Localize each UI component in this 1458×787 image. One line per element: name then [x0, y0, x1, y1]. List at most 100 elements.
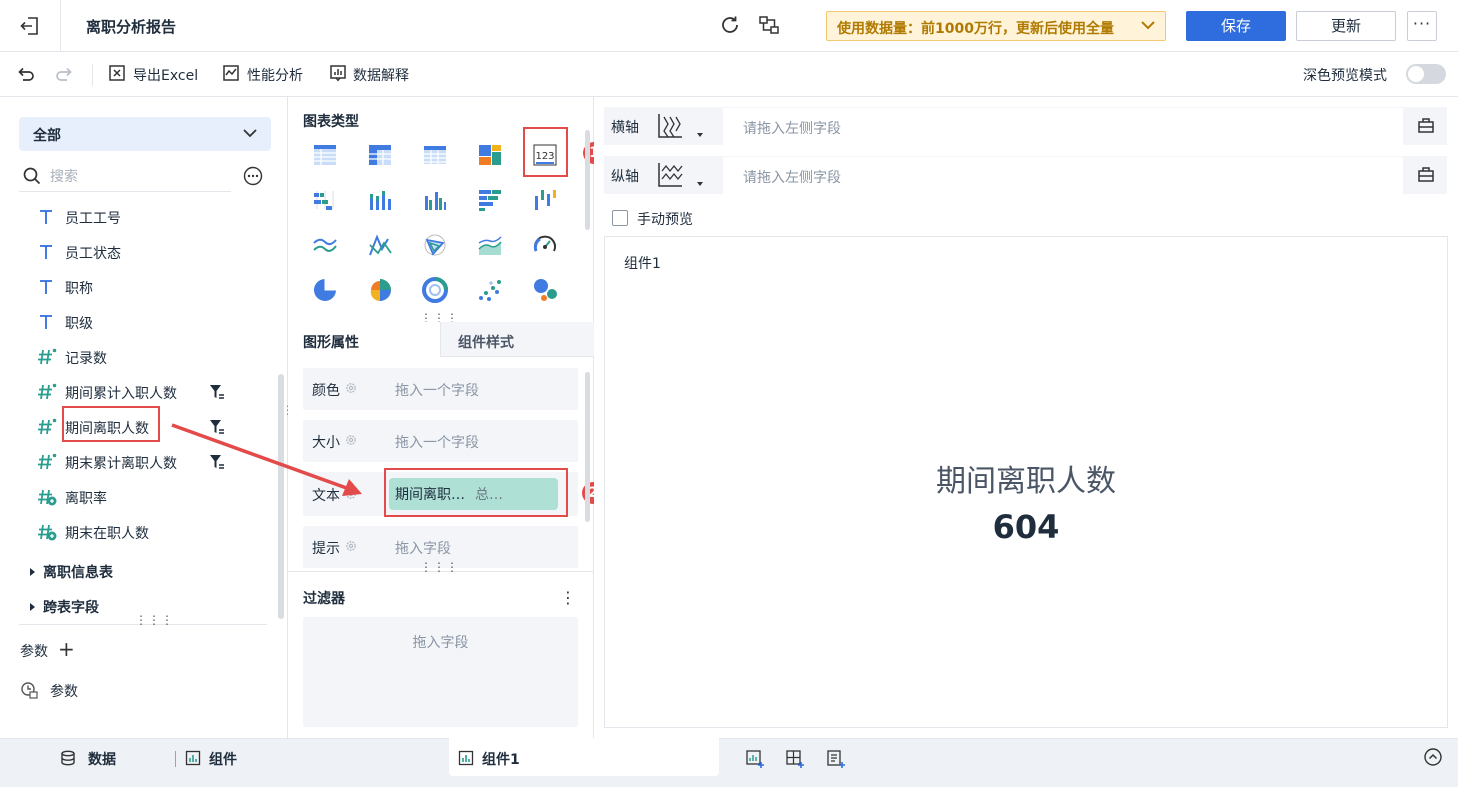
- chevron-down-icon: [243, 128, 257, 138]
- data-volume-notice[interactable]: 使用数据量：前1000万行，更新后使用全量: [826, 11, 1166, 41]
- y-axis-drop-zone[interactable]: 请拖入左侧字段: [723, 156, 1403, 194]
- cross-table-icon[interactable]: [366, 141, 394, 169]
- field-item[interactable]: 职称: [36, 274, 256, 300]
- area-icon[interactable]: [476, 231, 504, 259]
- tree-group-attrition-table[interactable]: 离职信息表: [30, 562, 113, 582]
- tab-data[interactable]: 数据: [60, 738, 160, 778]
- resize-handle-icon[interactable]: ⋮⋮⋮: [420, 561, 459, 573]
- manual-preview-checkbox[interactable]: [612, 210, 628, 226]
- component-title: 组件1: [624, 256, 661, 272]
- add-component-icon[interactable]: [745, 749, 765, 769]
- y-axis-placeholder: 请拖入左侧字段: [743, 170, 841, 186]
- collapse-up-icon[interactable]: [1424, 748, 1442, 766]
- export-excel-button[interactable]: 导出Excel: [133, 65, 198, 85]
- polar-icon[interactable]: [421, 231, 449, 259]
- treemap-icon[interactable]: [476, 141, 504, 169]
- chart-type-selected-box: [523, 127, 568, 177]
- search-icon: [22, 166, 42, 186]
- field-group-select[interactable]: 全部: [19, 117, 271, 151]
- filter-title: 过滤器: [303, 591, 345, 607]
- field-item[interactable]: 期末在职人数: [36, 519, 256, 545]
- dropdown-caret-icon[interactable]: [697, 182, 703, 186]
- field-item[interactable]: 期末累计离职人数: [36, 449, 256, 475]
- tab-component-style[interactable]: 组件样式: [441, 322, 594, 357]
- x-axis-drop-zone[interactable]: 请拖入左侧字段: [723, 107, 1403, 145]
- dark-mode-toggle[interactable]: [1406, 64, 1446, 84]
- x-axis-row: 横轴 请拖入左侧字段: [604, 107, 1447, 145]
- stacked-bar-icon[interactable]: [366, 186, 394, 214]
- filter-icon[interactable]: [208, 418, 226, 436]
- gear-icon[interactable]: [345, 382, 357, 394]
- lineage-icon[interactable]: [757, 14, 781, 36]
- filter-more-icon[interactable]: ⋮: [560, 588, 576, 607]
- gauge-icon[interactable]: [531, 231, 559, 259]
- prop-drop-hint: 拖入字段: [395, 541, 451, 557]
- chart-type-scrollbar[interactable]: [585, 130, 590, 230]
- scatter-icon[interactable]: [476, 276, 504, 304]
- add-param-icon[interactable]: +: [58, 639, 75, 659]
- performance-icon[interactable]: [222, 64, 240, 82]
- gear-icon[interactable]: [345, 434, 357, 446]
- property-scrollbar[interactable]: [585, 372, 590, 522]
- grouped-bar-icon[interactable]: [311, 186, 339, 214]
- performance-analysis-button[interactable]: 性能分析: [247, 65, 303, 85]
- tree-group-label: 跨表字段: [43, 600, 99, 616]
- x-axis-icon[interactable]: [656, 112, 684, 140]
- field-item[interactable]: 离职率: [36, 484, 256, 510]
- field-item[interactable]: 员工工号: [36, 204, 256, 230]
- toolbar-divider: [92, 64, 93, 86]
- range-bar-icon[interactable]: [531, 186, 559, 214]
- calculated-field-icon: [36, 487, 58, 507]
- field-item[interactable]: 期间累计入职人数: [36, 379, 256, 405]
- field-search-input[interactable]: [50, 165, 230, 189]
- filter-drop-zone[interactable]: 拖入字段: [303, 617, 578, 727]
- add-story-icon[interactable]: [826, 749, 846, 769]
- filter-icon[interactable]: [208, 383, 226, 401]
- redo-icon[interactable]: [54, 64, 74, 84]
- axis-setting-icon[interactable]: [1417, 116, 1435, 134]
- gear-icon[interactable]: [345, 488, 357, 500]
- update-button[interactable]: 更新: [1296, 11, 1396, 41]
- rose-pie-icon[interactable]: [366, 276, 394, 304]
- resize-handle-icon[interactable]: ⋮⋮⋮: [135, 614, 174, 626]
- filter-icon[interactable]: [208, 453, 226, 471]
- detail-table-icon[interactable]: [421, 141, 449, 169]
- text-chip-highlight-box: [384, 468, 568, 517]
- line-icon[interactable]: [311, 231, 339, 259]
- excel-icon[interactable]: [108, 64, 126, 82]
- field-item[interactable]: 职级: [36, 309, 256, 335]
- tab-component-1[interactable]: 组件1: [458, 738, 558, 778]
- radar-line-icon[interactable]: [366, 231, 394, 259]
- prop-label: 大小: [312, 435, 340, 451]
- gear-icon[interactable]: [345, 540, 357, 552]
- pie-icon[interactable]: [311, 276, 339, 304]
- data-explain-icon[interactable]: [329, 64, 347, 82]
- resize-handle-icon[interactable]: ⋮⋮⋮: [420, 312, 459, 324]
- table-icon[interactable]: [311, 141, 339, 169]
- y-axis-label: 纵轴: [611, 169, 639, 185]
- y-axis-icon[interactable]: [656, 161, 684, 189]
- tree-group-cross-table[interactable]: 跨表字段: [30, 597, 99, 617]
- data-explain-button[interactable]: 数据解释: [353, 65, 409, 85]
- report-title: 离职分析报告: [86, 18, 177, 36]
- more-menu-button[interactable]: ···: [1407, 11, 1437, 41]
- horizontal-bar-icon[interactable]: [476, 186, 504, 214]
- add-dashboard-icon[interactable]: [785, 749, 805, 769]
- field-item[interactable]: 记录数: [36, 344, 256, 370]
- tab-component[interactable]: 组件: [185, 738, 285, 778]
- dropdown-caret-icon[interactable]: [697, 133, 703, 137]
- axis-setting-icon[interactable]: [1417, 165, 1435, 183]
- exit-icon[interactable]: [18, 14, 42, 38]
- save-button[interactable]: 保存: [1186, 11, 1286, 41]
- bubble-icon[interactable]: [531, 276, 559, 304]
- tab-graph-properties[interactable]: 图形属性: [288, 322, 441, 357]
- column-icon[interactable]: [421, 186, 449, 214]
- prop-row-size[interactable]: 大小 拖入一个字段: [303, 420, 578, 462]
- prop-row-color[interactable]: 颜色 拖入一个字段: [303, 368, 578, 410]
- number-field-icon: [36, 347, 58, 367]
- undo-icon[interactable]: [16, 64, 36, 84]
- donut-icon[interactable]: [421, 276, 449, 304]
- more-options-icon[interactable]: [243, 166, 263, 186]
- refresh-icon[interactable]: [719, 14, 741, 36]
- field-item[interactable]: 员工状态: [36, 239, 256, 265]
